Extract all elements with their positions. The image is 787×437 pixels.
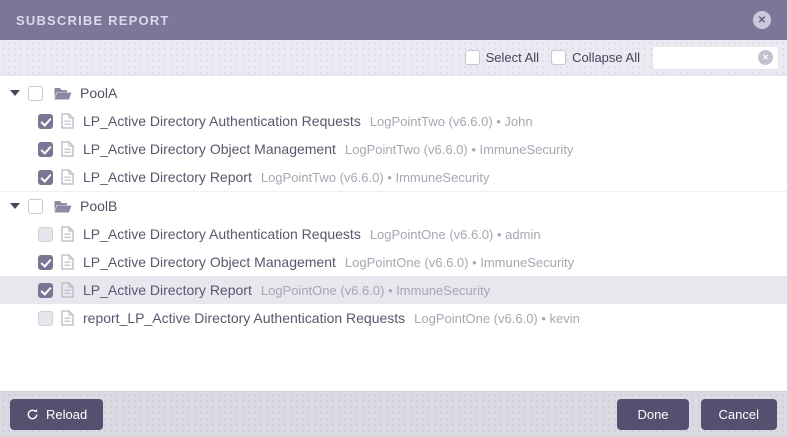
caret-down-icon[interactable] <box>10 203 20 209</box>
cancel-label: Cancel <box>719 407 759 422</box>
document-icon <box>61 141 74 157</box>
report-checkbox[interactable] <box>38 114 53 129</box>
report-row[interactable]: LP_Active Directory Report LogPointTwo (… <box>0 163 787 191</box>
document-icon <box>61 310 74 326</box>
search-box: ✕ <box>652 46 779 70</box>
report-row[interactable]: report_LP_Active Directory Authenticatio… <box>0 304 787 332</box>
group-checkbox[interactable] <box>28 199 43 214</box>
group-label: PoolA <box>80 85 117 101</box>
report-meta: LogPointOne (v6.6.0) • kevin <box>414 311 580 326</box>
select-all-checkbox[interactable] <box>465 50 480 65</box>
group-row-poolb[interactable]: PoolB <box>0 192 787 220</box>
clear-search-icon[interactable]: ✕ <box>758 50 773 65</box>
report-name: report_LP_Active Directory Authenticatio… <box>83 310 405 326</box>
report-name: LP_Active Directory Object Management <box>83 141 336 157</box>
toolbar: Select All Collapse All ✕ <box>0 40 787 76</box>
report-name: LP_Active Directory Authentication Reque… <box>83 226 361 242</box>
report-checkbox[interactable] <box>38 283 53 298</box>
dialog-title: SUBSCRIBE REPORT <box>16 13 170 28</box>
report-meta: LogPointOne (v6.6.0) • ImmuneSecurity <box>261 283 490 298</box>
report-checkbox[interactable] <box>38 142 53 157</box>
document-icon <box>61 226 74 242</box>
collapse-all-label: Collapse All <box>572 50 640 65</box>
document-icon <box>61 113 74 129</box>
dialog-header: SUBSCRIBE REPORT ✕ <box>0 0 787 40</box>
caret-down-icon[interactable] <box>10 90 20 96</box>
report-meta: LogPointTwo (v6.6.0) • ImmuneSecurity <box>261 170 490 185</box>
report-meta: LogPointOne (v6.6.0) • admin <box>370 227 541 242</box>
open-folder-icon <box>54 200 72 213</box>
report-name: LP_Active Directory Authentication Reque… <box>83 113 361 129</box>
group-row-poola[interactable]: PoolA <box>0 79 787 107</box>
reload-button[interactable]: Reload <box>10 399 103 430</box>
report-row-selected[interactable]: LP_Active Directory Report LogPointOne (… <box>0 276 787 304</box>
document-icon <box>61 169 74 185</box>
report-checkbox[interactable] <box>38 227 53 242</box>
close-icon[interactable]: ✕ <box>753 11 771 29</box>
search-input[interactable] <box>658 51 758 65</box>
report-name: LP_Active Directory Object Management <box>83 254 336 270</box>
group-checkbox[interactable] <box>28 86 43 101</box>
report-checkbox[interactable] <box>38 311 53 326</box>
report-checkbox[interactable] <box>38 255 53 270</box>
report-tree: PoolA LP_Active Directory Authentication… <box>0 76 787 391</box>
open-folder-icon <box>54 87 72 100</box>
report-meta: LogPointTwo (v6.6.0) • John <box>370 114 533 129</box>
select-all-control: Select All <box>465 50 539 65</box>
dialog-footer: Reload Done Cancel <box>0 391 787 437</box>
report-row[interactable]: LP_Active Directory Authentication Reque… <box>0 107 787 135</box>
report-row[interactable]: LP_Active Directory Authentication Reque… <box>0 220 787 248</box>
done-label: Done <box>637 407 668 422</box>
report-checkbox[interactable] <box>38 170 53 185</box>
refresh-icon <box>26 408 39 421</box>
reload-label: Reload <box>46 407 87 422</box>
report-name: LP_Active Directory Report <box>83 169 252 185</box>
group-label: PoolB <box>80 198 117 214</box>
report-row[interactable]: LP_Active Directory Object Management Lo… <box>0 248 787 276</box>
collapse-all-control: Collapse All <box>551 50 640 65</box>
report-row[interactable]: LP_Active Directory Object Management Lo… <box>0 135 787 163</box>
done-button[interactable]: Done <box>617 399 688 430</box>
pool-group: PoolA LP_Active Directory Authentication… <box>0 79 787 191</box>
report-name: LP_Active Directory Report <box>83 282 252 298</box>
document-icon <box>61 254 74 270</box>
report-meta: LogPointTwo (v6.6.0) • ImmuneSecurity <box>345 142 574 157</box>
report-meta: LogPointOne (v6.6.0) • ImmuneSecurity <box>345 255 574 270</box>
collapse-all-checkbox[interactable] <box>551 50 566 65</box>
cancel-button[interactable]: Cancel <box>701 399 777 430</box>
pool-group: PoolB LP_Active Directory Authentication… <box>0 191 787 332</box>
select-all-label: Select All <box>486 50 539 65</box>
document-icon <box>61 282 74 298</box>
footer-actions: Done Cancel <box>617 399 777 430</box>
subscribe-report-dialog: SUBSCRIBE REPORT ✕ Select All Collapse A… <box>0 0 787 437</box>
